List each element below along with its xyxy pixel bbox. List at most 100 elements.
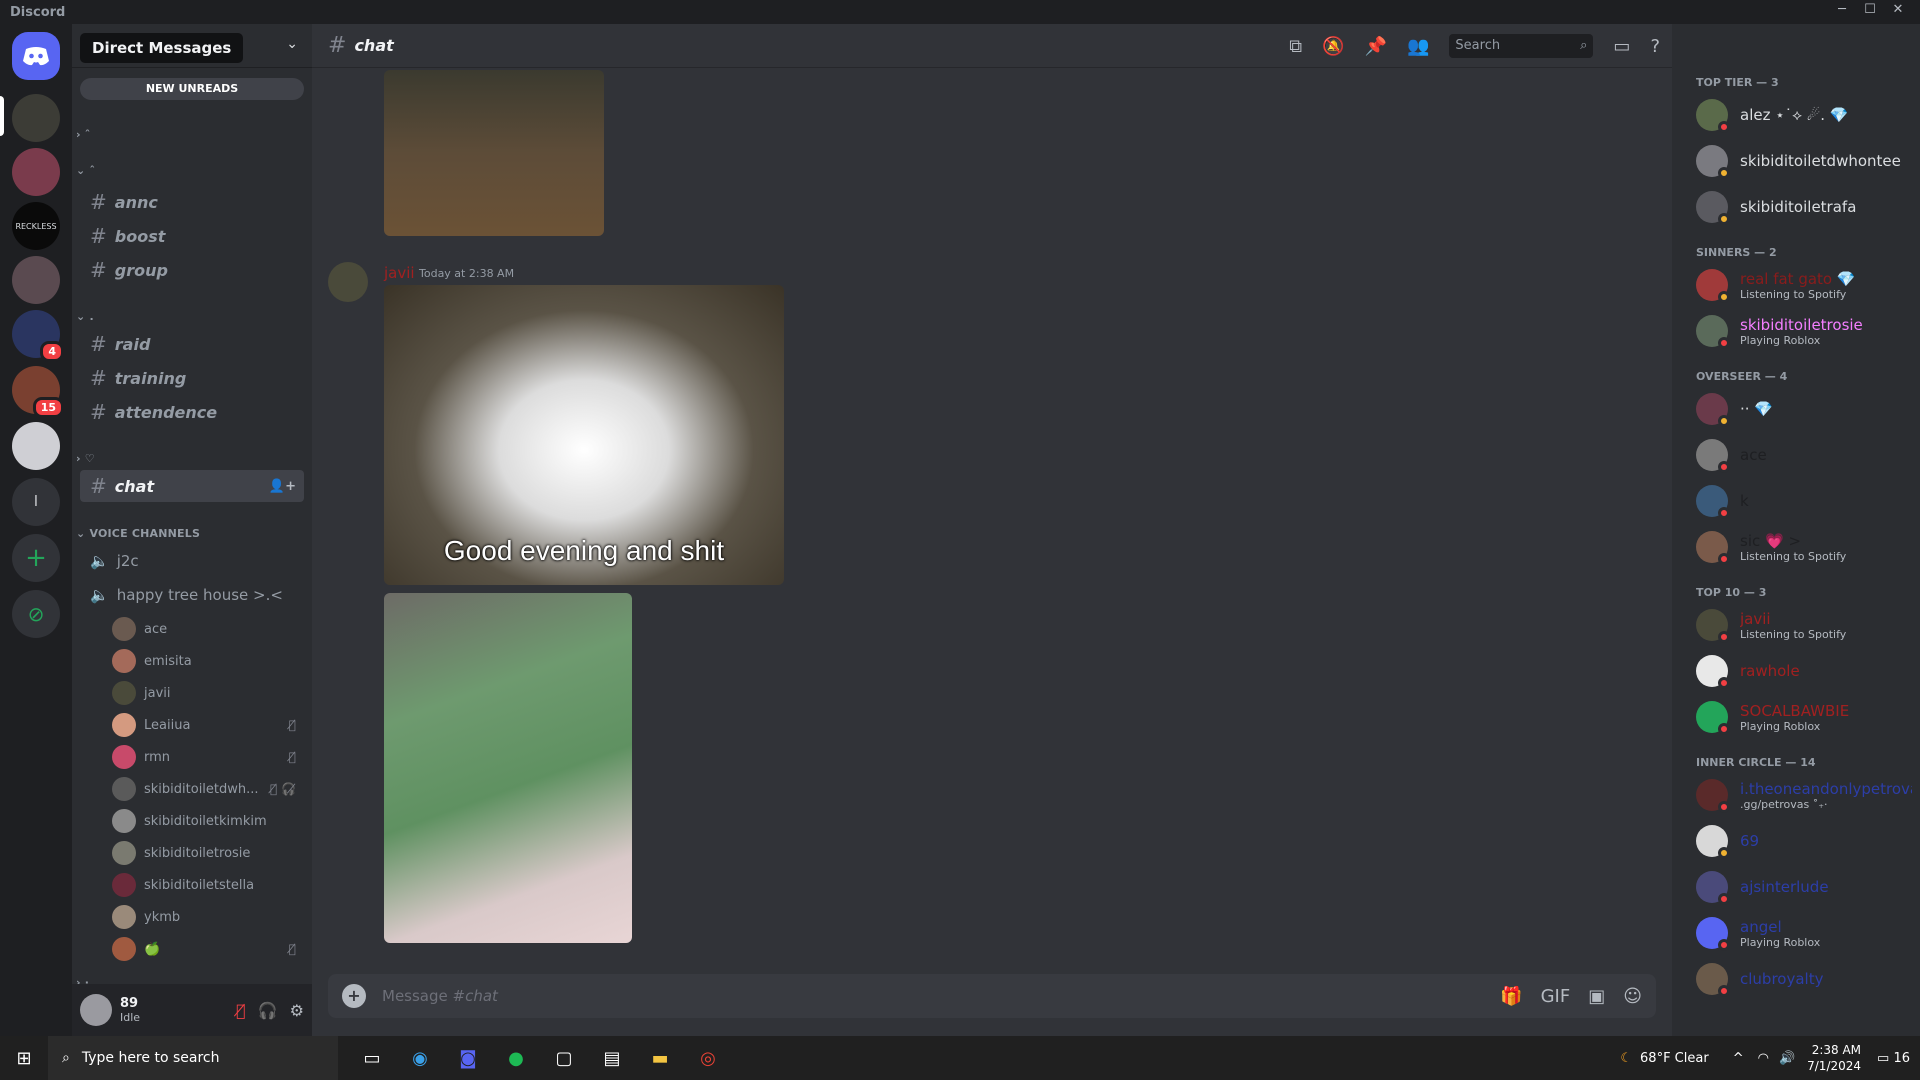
chevron-down-icon[interactable]: ⌄ — [286, 36, 298, 52]
notification-settings-icon[interactable]: 🔕 — [1322, 36, 1344, 57]
server-icon-5[interactable]: 4 — [12, 310, 64, 362]
gift-icon[interactable]: 🎁 — [1500, 986, 1522, 1007]
discord-taskbar-icon[interactable]: ◙ — [444, 1048, 492, 1069]
image-attachment[interactable] — [384, 593, 632, 943]
voice-channel-happy-tree-house[interactable]: 🔈 happy tree house >.< — [80, 580, 304, 610]
avatar[interactable] — [80, 994, 112, 1026]
category-voice[interactable]: ⌄ VOICE CHANNELS — [76, 527, 200, 540]
voice-user[interactable]: rmn 🎙̸ — [112, 742, 304, 772]
new-unreads-bar[interactable]: NEW UNREADS — [80, 78, 304, 100]
server-icon-7[interactable] — [12, 422, 60, 470]
maximize-button[interactable]: ☐ — [1856, 2, 1884, 17]
pinned-messages-icon[interactable]: 📌 — [1365, 36, 1387, 57]
notification-center-icon[interactable]: ▭ 16 — [1877, 1051, 1910, 1066]
voice-user[interactable]: skibiditoiletkimkim — [112, 806, 304, 836]
server-icon-l[interactable]: l — [12, 478, 60, 526]
network-icon[interactable]: ◠ — [1758, 1051, 1769, 1066]
voice-user[interactable]: skibiditoiletstella — [112, 870, 304, 900]
help-icon[interactable]: ? — [1650, 36, 1660, 57]
category-4[interactable]: › ♡ — [76, 452, 95, 465]
channel-raid[interactable]: # raid — [80, 328, 304, 360]
member-item[interactable]: clubroyalty — [1696, 958, 1912, 1000]
channel-boost[interactable]: # boost — [80, 220, 304, 252]
taskbar-search[interactable]: ⌕ Type here to search — [48, 1036, 338, 1080]
minimize-button[interactable]: ─ — [1828, 2, 1856, 17]
member-item[interactable]: javii Listening to Spotify — [1696, 604, 1912, 646]
voice-user[interactable]: javii — [112, 678, 304, 708]
weather-text[interactable]: 68°F Clear — [1640, 1051, 1709, 1066]
weather-icon[interactable]: ☾ — [1620, 1051, 1632, 1066]
member-item[interactable]: ace — [1696, 434, 1912, 476]
voice-channel-j2c[interactable]: 🔈 j2c — [80, 546, 304, 576]
member-item[interactable]: ·· 💎 — [1696, 388, 1912, 430]
emoji-icon[interactable]: ☺ — [1623, 986, 1642, 1007]
voice-user[interactable]: skibiditoiletdwh... 🎙̸ 🎧̸ — [112, 774, 304, 804]
tray-chevron-icon[interactable]: ^ — [1733, 1051, 1744, 1066]
clock[interactable]: 2:38 AM 7/1/2024 — [1807, 1042, 1861, 1074]
message-input[interactable]: Message #chat — [382, 987, 498, 1005]
member-item[interactable]: i.theoneandonlypetrova .gg/petrovas ˚₊‧ — [1696, 774, 1912, 816]
roblox-icon[interactable]: ▢ — [540, 1048, 588, 1069]
channel-label: raid — [114, 334, 151, 354]
category-3[interactable]: ⌄ . — [76, 310, 94, 323]
search-input[interactable]: Search ⌕ — [1449, 34, 1594, 58]
task-view-icon[interactable]: ▭ — [348, 1048, 396, 1069]
file-explorer-icon[interactable]: ▬ — [636, 1048, 684, 1069]
gif-icon[interactable]: GIF — [1541, 986, 1571, 1007]
threads-icon[interactable]: ⧉ — [1289, 36, 1302, 57]
edge-icon[interactable]: ◉ — [396, 1048, 444, 1069]
channel-chat[interactable]: # chat 👤+ — [80, 470, 304, 502]
image-attachment[interactable]: Good evening and shit — [384, 285, 784, 585]
notepad-icon[interactable]: ▤ — [588, 1048, 636, 1069]
inbox-icon[interactable]: ▭ — [1613, 36, 1630, 57]
image-attachment[interactable] — [384, 70, 604, 236]
member-list-icon[interactable]: 👥 — [1407, 36, 1429, 57]
member-item[interactable]: skibiditoiletrafa — [1696, 186, 1912, 228]
member-item[interactable]: sic 💗 > Listening to Spotify — [1696, 526, 1912, 568]
server-icon-2[interactable] — [12, 148, 60, 196]
member-item[interactable]: angel Playing Roblox — [1696, 912, 1912, 954]
volume-icon[interactable]: 🔊 — [1779, 1051, 1795, 1066]
member-item[interactable]: real fat gato 💎 Listening to Spotify — [1696, 264, 1912, 306]
member-item[interactable]: k — [1696, 480, 1912, 522]
category-1[interactable]: › ˆ — [76, 128, 90, 141]
message-composer[interactable]: + Message #chat 🎁 GIF ▣ ☺ — [328, 974, 1656, 1018]
avatar[interactable] — [328, 262, 368, 302]
category-2[interactable]: ⌄ ˆ — [76, 164, 95, 177]
voice-user[interactable]: ykmb — [112, 902, 304, 932]
server-icon-6[interactable]: 15 — [12, 366, 64, 418]
server-icon-reckless[interactable]: RECKLESS — [12, 202, 60, 250]
server-icon-1[interactable] — [12, 94, 60, 142]
member-item[interactable]: SOCALBAWBIE Playing Roblox — [1696, 696, 1912, 738]
voice-user[interactable]: 🍏 🎙̸ — [112, 934, 304, 964]
member-item[interactable]: 69 — [1696, 820, 1912, 862]
channel-training[interactable]: # training — [80, 362, 304, 394]
voice-user[interactable]: ace — [112, 614, 304, 644]
gear-icon[interactable]: ⚙ — [290, 1001, 304, 1020]
member-item[interactable]: ajsinterlude — [1696, 866, 1912, 908]
close-button[interactable]: ✕ — [1884, 2, 1912, 17]
headphones-icon[interactable]: 🎧 — [258, 1001, 278, 1020]
member-item[interactable]: rawhole — [1696, 650, 1912, 692]
direct-messages-button[interactable] — [12, 32, 60, 80]
member-item[interactable]: alez ⋆˙⟡ ☄. 💎 — [1696, 94, 1912, 136]
channel-attendence[interactable]: # attendence — [80, 396, 304, 428]
chrome-icon[interactable]: ◎ — [684, 1048, 732, 1069]
channel-group[interactable]: # group — [80, 254, 304, 286]
spotify-icon[interactable]: ● — [492, 1048, 540, 1069]
sticker-icon[interactable]: ▣ — [1588, 986, 1605, 1007]
add-attachment-icon[interactable]: + — [342, 984, 366, 1008]
mute-mic-icon[interactable]: 🎙̸ — [236, 1001, 246, 1020]
member-item[interactable]: skibiditoiletdwhontee — [1696, 140, 1912, 182]
create-invite-icon[interactable]: 👤+ — [269, 479, 296, 494]
channel-annc[interactable]: # annc — [80, 186, 304, 218]
member-item[interactable]: skibiditoiletrosie Playing Roblox — [1696, 310, 1912, 352]
voice-user[interactable]: skibiditoiletrosie — [112, 838, 304, 868]
voice-user[interactable]: emisita — [112, 646, 304, 676]
voice-user[interactable]: Leaiiua 🎙̸ — [112, 710, 304, 740]
server-icon-4[interactable] — [12, 256, 60, 304]
message-author[interactable]: javii — [384, 264, 415, 282]
add-server-icon[interactable]: + — [12, 534, 60, 582]
start-button-icon[interactable]: ⊞ — [0, 1048, 48, 1069]
explore-servers-icon[interactable]: ⊘ — [12, 590, 60, 638]
